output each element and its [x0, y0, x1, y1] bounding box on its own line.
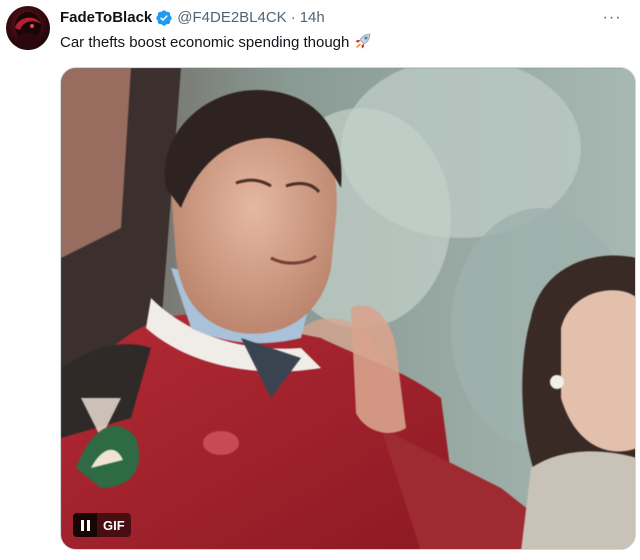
- more-options-icon[interactable]: ···: [600, 6, 624, 30]
- separator-dot: ·: [290, 9, 296, 26]
- gif-frame-image: [61, 68, 635, 549]
- rocket-icon: [353, 32, 373, 50]
- pause-icon[interactable]: [73, 513, 97, 537]
- tweet-text: Car thefts boost economic spending thoug…: [60, 32, 373, 53]
- avatar-image: [15, 12, 41, 50]
- tweet-header: FadeToBlack @F4DE2BL4CK · 14h ···: [60, 8, 628, 28]
- gif-media[interactable]: GIF: [60, 67, 636, 550]
- tweet[interactable]: FadeToBlack @F4DE2BL4CK · 14h ··· Car th…: [0, 0, 640, 560]
- gif-label: GIF: [97, 513, 131, 537]
- gif-badge[interactable]: GIF: [73, 513, 131, 537]
- tweet-text-content: Car thefts boost economic spending thoug…: [60, 34, 350, 51]
- display-name[interactable]: FadeToBlack: [60, 8, 152, 28]
- avatar[interactable]: [6, 6, 50, 50]
- timestamp[interactable]: 14h: [300, 8, 325, 28]
- handle[interactable]: @F4DE2BL4CK: [177, 8, 286, 28]
- verified-badge-icon: [155, 9, 173, 27]
